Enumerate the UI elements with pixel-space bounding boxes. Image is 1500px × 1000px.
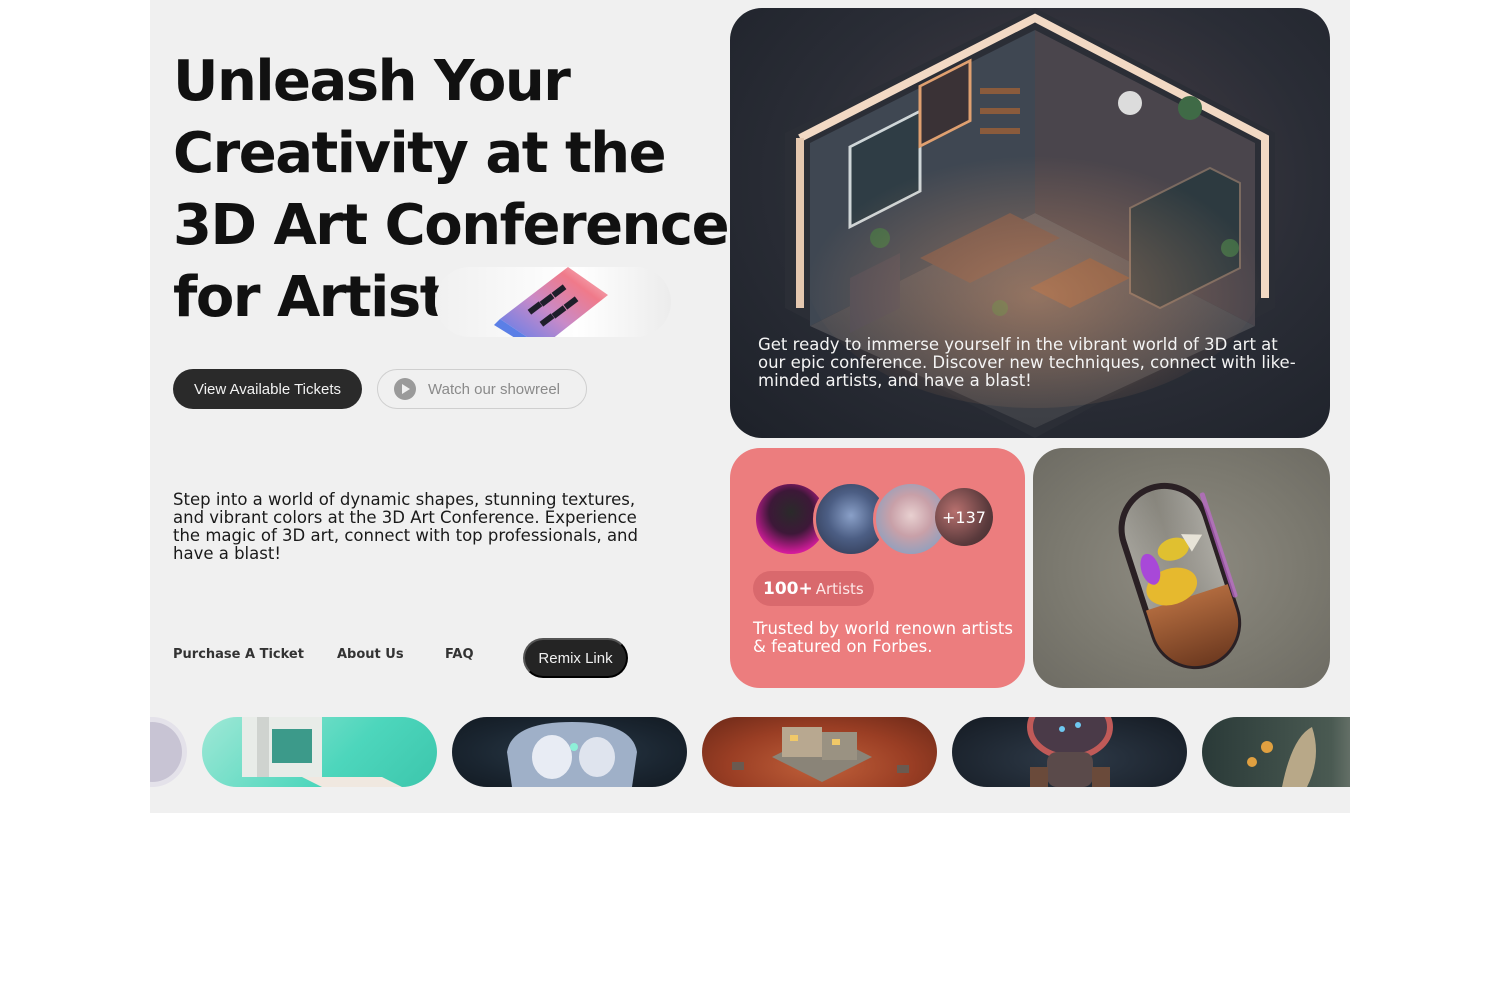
- gallery-image-4: [702, 717, 937, 787]
- headline-line-3: 3D Art Conference: [173, 193, 730, 258]
- feature-room-card: Get ready to immerse yourself in the vib…: [730, 8, 1330, 438]
- watch-showreel-button[interactable]: Watch our showreel: [377, 369, 587, 409]
- remix-link-button[interactable]: Remix Link: [523, 638, 628, 678]
- gallery-image-6: [1202, 717, 1350, 787]
- watch-showreel-label: Watch our showreel: [428, 380, 560, 398]
- artists-trust-text: Trusted by world renown artists & featur…: [753, 619, 1013, 656]
- capsule-3d-image: [1033, 448, 1330, 688]
- headline-line-2: Creativity at the: [173, 121, 667, 186]
- headline-line-1: Unleash Your: [173, 49, 571, 114]
- hero-3d-shape-image: [435, 267, 671, 337]
- gallery-image-1: [150, 717, 187, 787]
- gallery-image-3: [452, 717, 687, 787]
- play-icon: [394, 378, 416, 400]
- nav-faq[interactable]: FAQ: [445, 647, 474, 662]
- nav-about-us[interactable]: About Us: [337, 647, 404, 662]
- nav-purchase-ticket[interactable]: Purchase A Ticket: [173, 647, 304, 662]
- more-artists-count: +137: [935, 488, 993, 546]
- intro-text: Step into a world of dynamic shapes, stu…: [173, 490, 638, 563]
- gallery-image-2: [202, 717, 437, 787]
- artist-count-number: 100+: [763, 578, 813, 599]
- gallery-image-5: [952, 717, 1187, 787]
- artist-count-label: Artists: [815, 579, 864, 598]
- landing-page: Unleash Your Creativity at the 3D Art Co…: [150, 0, 1350, 813]
- artist-count-badge: 100+ Artists: [753, 571, 874, 606]
- feature-caption: Get ready to immerse yourself in the vib…: [758, 335, 1296, 390]
- artists-card: +137 100+ Artists Trusted by world renow…: [730, 448, 1025, 688]
- view-tickets-button[interactable]: View Available Tickets: [173, 369, 362, 409]
